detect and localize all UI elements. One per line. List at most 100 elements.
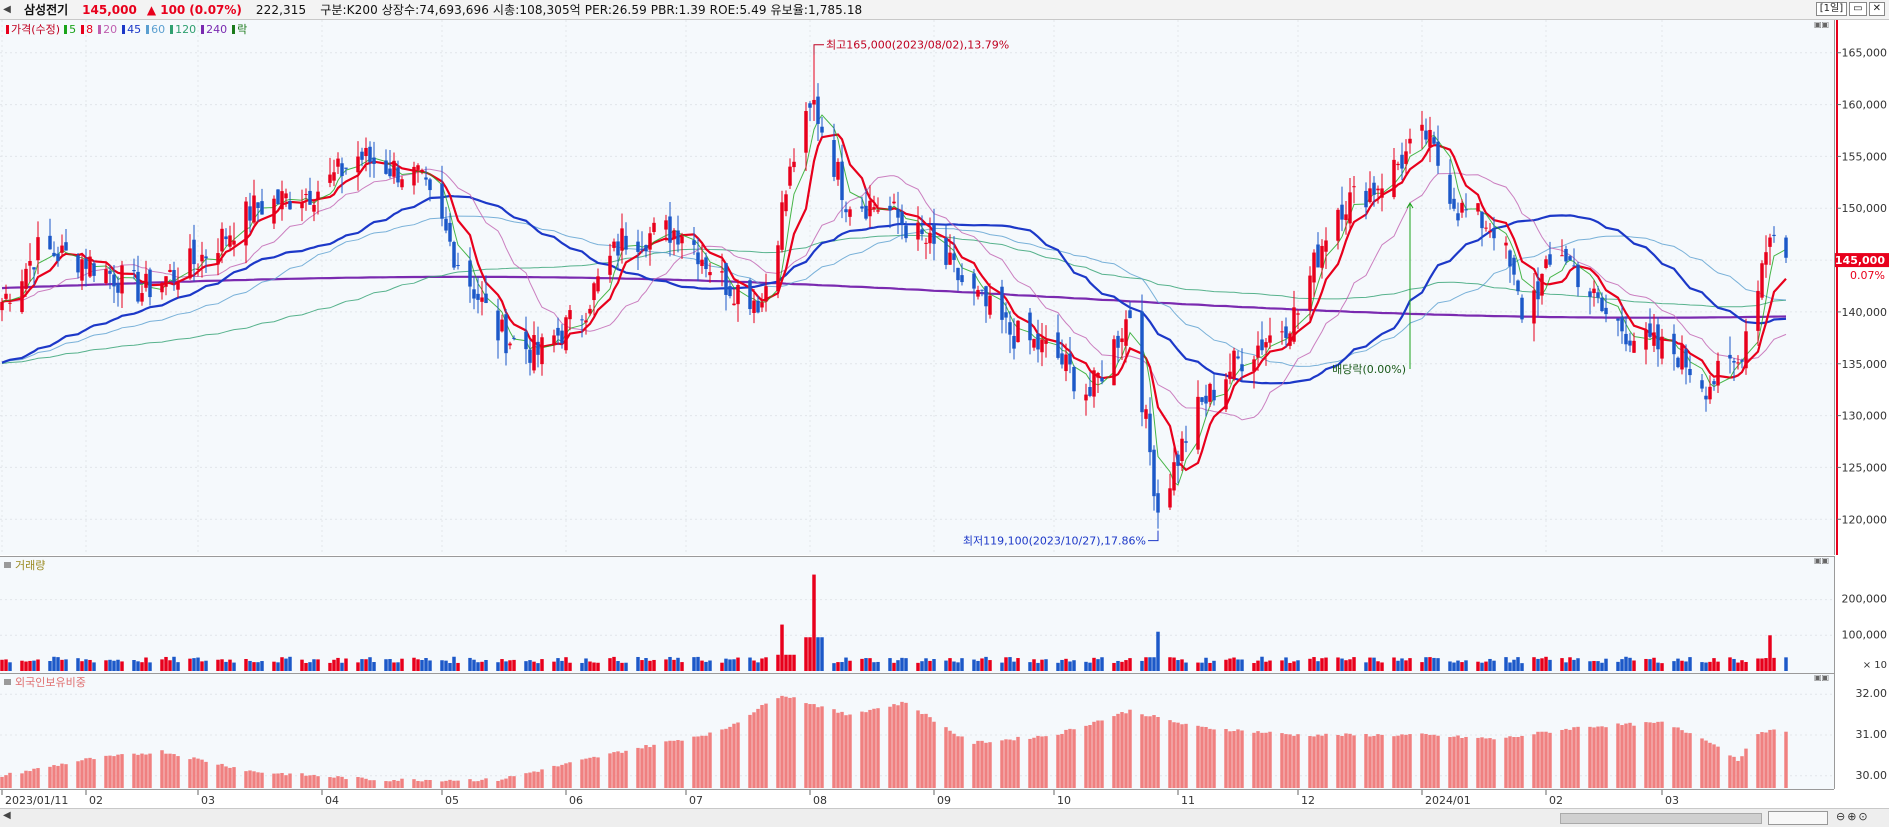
foreign-panel-window-icons[interactable]: ▣▣	[1814, 673, 1829, 682]
zoom-icons[interactable]: ⊖⊕⊙	[1836, 810, 1870, 823]
foreign-ratio-bar	[1128, 709, 1132, 788]
volume-bar	[444, 660, 448, 671]
volume-bar	[252, 662, 256, 671]
volume-multiplier-label: × 10	[1863, 660, 1887, 671]
candle-body	[696, 252, 700, 265]
nav-left-arrow-icon[interactable]: ◀	[0, 4, 14, 15]
candle-body	[1204, 395, 1208, 404]
candle-body	[1148, 413, 1152, 453]
foreign-ratio-bar	[1484, 738, 1488, 788]
candle-body	[1312, 252, 1316, 283]
foreign-ratio-bar	[1340, 735, 1344, 788]
foreign-ratio-bar	[468, 779, 472, 788]
period-button[interactable]: [1일]	[1815, 2, 1848, 16]
candle-body	[1632, 340, 1636, 353]
foreign-ratio-bar	[1088, 725, 1092, 788]
volume-bar	[332, 659, 336, 671]
candle-body	[84, 258, 88, 269]
candle-body	[560, 330, 564, 344]
foreign-ratio-bar	[696, 736, 700, 788]
price-panel[interactable]: 최고165,000(2023/08/02),13.79% 최저119,100(20…	[0, 20, 1835, 555]
foreign-ratio-bar	[424, 779, 428, 788]
volume-bar	[948, 658, 952, 671]
foreign-ratio-bar	[568, 762, 572, 788]
foreign-ratio-bar	[564, 763, 568, 788]
candle-body	[1456, 213, 1460, 221]
volume-bar	[820, 637, 824, 671]
foreign-ratio-bar	[1208, 728, 1212, 788]
foreign-ratio-bar	[524, 773, 528, 788]
foreign-ratio-bar	[1100, 720, 1104, 788]
candle-body	[4, 293, 8, 299]
volume-bar	[28, 660, 32, 671]
scroll-left-icon[interactable]: ◀	[3, 810, 11, 821]
zoom-slider[interactable]	[1768, 811, 1828, 825]
price-tick-label: 150,000	[1842, 202, 1888, 215]
volume-bar	[1152, 657, 1156, 671]
foreign-ratio-panel[interactable]	[0, 673, 1835, 789]
close-icon[interactable]: ✕	[1868, 2, 1885, 16]
foreign-ratio-bar	[500, 779, 504, 788]
volume-bar	[1396, 660, 1400, 671]
foreign-ratio-bar	[736, 722, 740, 788]
volume-bar	[560, 660, 564, 671]
volume-panel-window-icons[interactable]: ▣▣	[1814, 556, 1829, 565]
foreign-ratio-bar	[480, 779, 484, 788]
legend-price: 가격(수정)	[6, 21, 60, 37]
candle-body	[388, 168, 392, 177]
volume-bar	[148, 662, 152, 671]
foreign-ratio-bar	[1348, 733, 1352, 788]
foreign-ratio-bar	[1252, 732, 1256, 788]
volume-bar	[340, 662, 344, 671]
foreign-ratio-bar	[1324, 733, 1328, 788]
foreign-ratio-bar	[1564, 728, 1568, 788]
price-tick-label: 135,000	[1842, 358, 1888, 371]
candle-body	[1320, 245, 1324, 268]
volume-bar	[1088, 662, 1092, 671]
candle-body	[700, 259, 704, 266]
volume-bar	[568, 662, 572, 671]
candle-body	[580, 319, 584, 321]
candle-body	[664, 220, 668, 230]
foreign-ratio-bar	[20, 773, 24, 788]
price-panel-window-icons[interactable]: ▣▣	[1814, 20, 1829, 29]
volume-bar	[424, 658, 428, 671]
volume-bar	[1140, 660, 1144, 671]
volume-bar	[276, 662, 280, 671]
foreign-ratio-bar	[948, 730, 952, 788]
volume-bar	[784, 654, 788, 671]
candle-body	[680, 236, 684, 244]
foreign-ratio-bar	[956, 736, 960, 788]
volume-panel[interactable]	[0, 556, 1835, 673]
candle-body	[616, 241, 620, 256]
volume-bar	[260, 661, 264, 671]
volume-bar	[1016, 658, 1020, 671]
volume-bar	[760, 658, 764, 671]
candle-body	[1176, 454, 1180, 466]
foreign-ratio-bar	[980, 740, 984, 788]
foreign-ratio-bar	[944, 727, 948, 788]
candle-body	[1140, 311, 1144, 413]
scroll-thumb[interactable]	[1560, 813, 1762, 824]
volume-bar	[1672, 661, 1676, 671]
candle-body	[1072, 366, 1076, 392]
foreign-ratio-bar	[900, 701, 904, 788]
candle-body	[148, 269, 152, 298]
restore-icon[interactable]: ▭	[1849, 2, 1867, 16]
volume-bar	[1240, 659, 1244, 671]
foreign-ratio-bar	[88, 757, 92, 788]
volume-bar	[108, 659, 112, 671]
foreign-ratio-bar	[224, 766, 228, 788]
volume-bar	[640, 660, 644, 671]
volume-bar	[84, 659, 88, 671]
volume-bar	[8, 662, 12, 671]
foreign-ratio-bar	[472, 781, 476, 788]
candle-body	[1336, 209, 1340, 241]
x-tick-label: 08	[813, 794, 827, 807]
candle-body	[1232, 350, 1236, 380]
candle-body	[876, 210, 880, 212]
volume-bar	[1644, 658, 1648, 671]
volume-bar	[528, 660, 532, 671]
volume-bar	[1452, 662, 1456, 671]
foreign-ratio-bar	[1180, 724, 1184, 788]
